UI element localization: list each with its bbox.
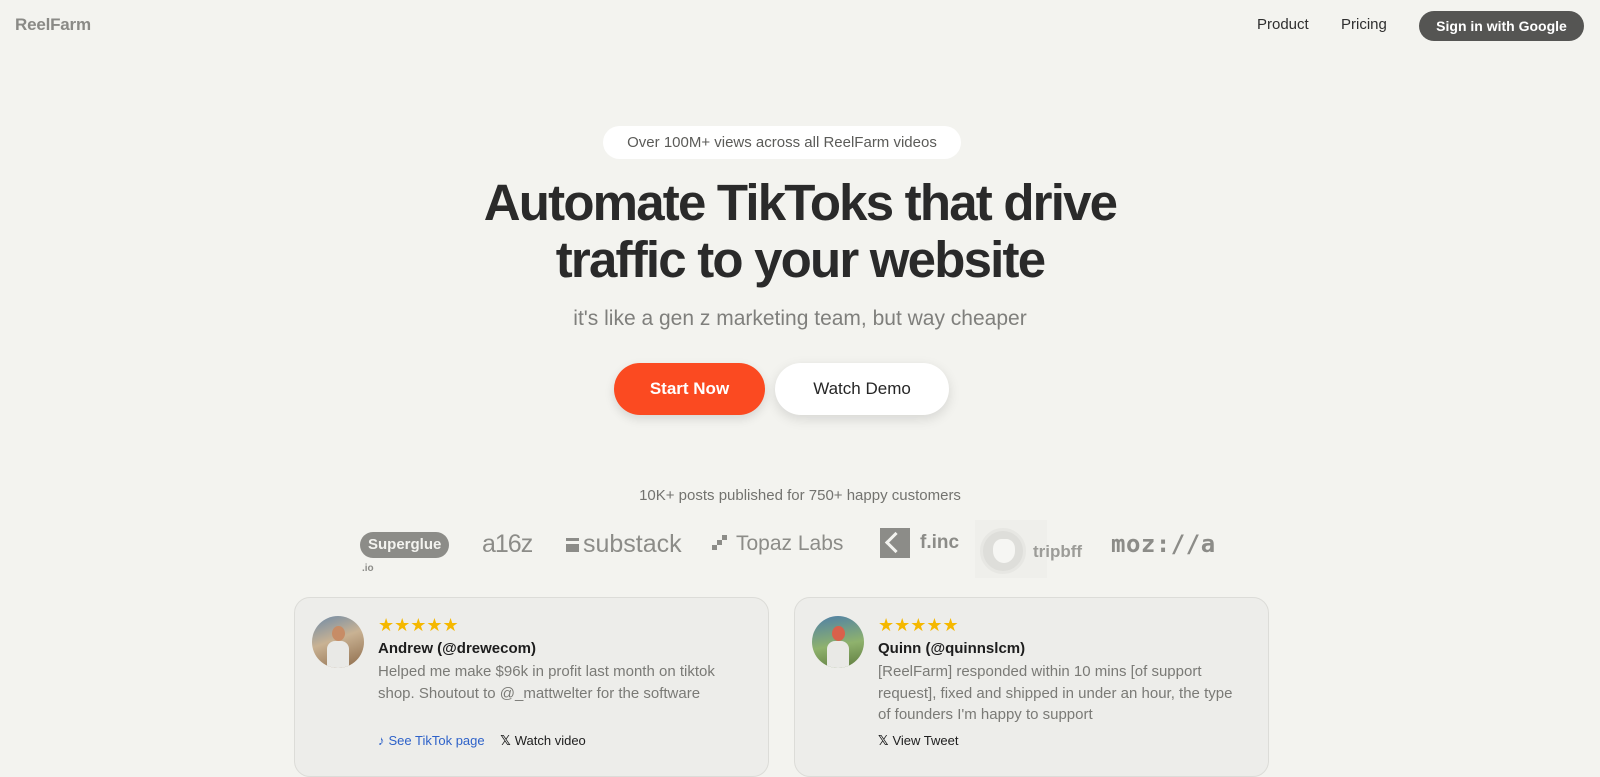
sign-in-google-button[interactable]: Sign in with Google xyxy=(1419,11,1584,41)
testimonial-quote: [ReelFarm] responded within 10 mins [of … xyxy=(878,663,1233,723)
testimonial-author: Quinn (@quinnslcm) xyxy=(878,640,1026,657)
tripbff-mascot-icon xyxy=(980,528,1026,574)
substack-wordmark: substack xyxy=(583,530,682,558)
view-tweet-label: View Tweet xyxy=(892,733,959,748)
customer-logos: Superglue .io a16z substack Topaz Labs f.… xyxy=(0,520,1600,580)
topaz-mark-icon xyxy=(712,535,728,551)
watch-video-label: Watch video xyxy=(514,733,586,748)
substack-mark-icon xyxy=(566,538,579,552)
mozilla-logo: moz://a xyxy=(1111,530,1216,558)
hero-headline: Automate TikToks that drive traffic to y… xyxy=(300,174,1300,288)
star-rating: ★★★★★ xyxy=(378,615,459,635)
finc-mark-icon xyxy=(880,528,910,558)
nav-pricing-link[interactable]: Pricing xyxy=(1341,16,1387,33)
substack-logo: substack xyxy=(566,530,682,559)
avatar xyxy=(812,616,864,668)
hero-subheadline: it's like a gen z marketing team, but wa… xyxy=(573,307,1027,330)
testimonial-links: ♪ See TikTok page 𝕏 Watch video xyxy=(378,733,598,749)
watch-video-link[interactable]: 𝕏 Watch video xyxy=(500,733,586,748)
topaz-wordmark: Topaz Labs xyxy=(736,532,844,555)
superglue-logo: Superglue .io xyxy=(360,532,460,574)
avatar xyxy=(312,616,364,668)
finc-logo: f.inc xyxy=(880,528,959,558)
headline-line-1: Automate TikToks that drive xyxy=(483,174,1118,231)
finc-wordmark: f.inc xyxy=(920,532,960,554)
superglue-suffix: .io xyxy=(362,563,374,574)
testimonial-links: 𝕏 View Tweet xyxy=(878,733,971,749)
testimonial-author: Andrew (@drewecom) xyxy=(378,640,536,657)
start-now-button[interactable]: Start Now xyxy=(614,363,765,415)
see-tiktok-link[interactable]: ♪ See TikTok page xyxy=(378,733,485,748)
tiktok-icon: ♪ xyxy=(378,733,385,748)
star-rating: ★★★★★ xyxy=(878,615,959,635)
topaz-labs-logo: Topaz Labs xyxy=(712,532,843,556)
watch-demo-button[interactable]: Watch Demo xyxy=(775,363,949,415)
brand-logo[interactable]: ReelFarm xyxy=(15,15,91,35)
testimonial-card: ★★★★★ Andrew (@drewecom) Helped me make … xyxy=(294,597,769,777)
see-tiktok-label: See TikTok page xyxy=(388,733,485,748)
testimonial-quote: Helped me make $96k in profit last month… xyxy=(378,663,715,702)
a16z-logo: a16z xyxy=(482,530,533,558)
testimonial-card: ★★★★★ Quinn (@quinnslcm) [ReelFarm] resp… xyxy=(794,597,1269,777)
social-proof-text: 10K+ posts published for 750+ happy cust… xyxy=(639,487,961,504)
headline-line-2: traffic to your website xyxy=(555,231,1046,288)
x-icon: 𝕏 xyxy=(500,733,511,748)
views-badge: Over 100M+ views across all ReelFarm vid… xyxy=(603,126,961,159)
top-nav: ReelFarm Product Pricing Sign in with Go… xyxy=(0,0,1600,50)
superglue-wordmark: Superglue xyxy=(360,532,450,558)
nav-product-link[interactable]: Product xyxy=(1257,16,1309,33)
view-tweet-link[interactable]: 𝕏 View Tweet xyxy=(878,733,959,748)
tripbff-logo: tripbff xyxy=(975,520,1082,578)
tripbff-wordmark: tripbff xyxy=(1033,542,1083,561)
x-icon: 𝕏 xyxy=(878,733,889,748)
